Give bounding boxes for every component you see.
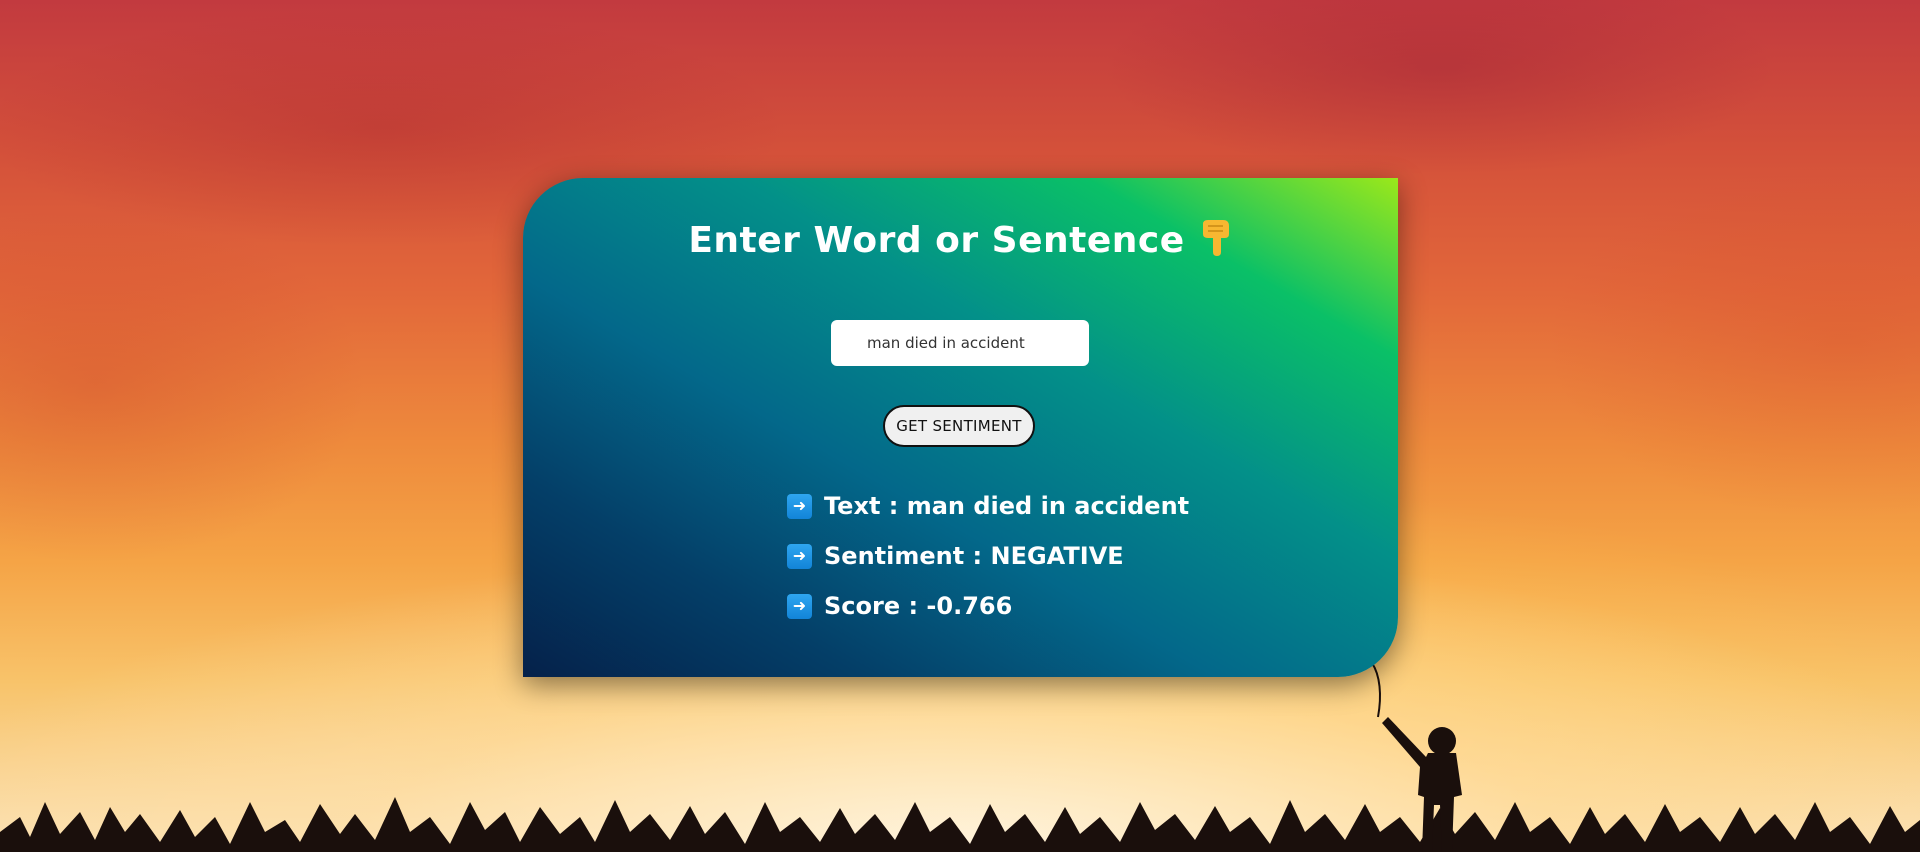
result-row-score: ➜ Score : -0.766 bbox=[787, 592, 1189, 620]
sentence-input[interactable] bbox=[831, 320, 1089, 366]
child-silhouette bbox=[1371, 662, 1462, 852]
result-text: Text : man died in accident bbox=[824, 492, 1190, 520]
results-list: ➜ Text : man died in accident ➜ Sentimen… bbox=[787, 492, 1189, 642]
result-row-sentiment: ➜ Sentiment : NEGATIVE bbox=[787, 542, 1189, 570]
result-sentiment: Sentiment : NEGATIVE bbox=[824, 542, 1124, 570]
result-row-text: ➜ Text : man died in accident bbox=[787, 492, 1189, 520]
title-text: Enter Word or Sentence bbox=[688, 220, 1185, 261]
get-sentiment-button[interactable]: GET SENTIMENT bbox=[883, 405, 1035, 447]
pointing-down-hand-icon bbox=[1199, 220, 1233, 261]
sentiment-card: Enter Word or Sentence GET SENTIMENT ➜ T… bbox=[523, 178, 1398, 677]
right-arrow-icon: ➜ bbox=[787, 543, 812, 569]
right-arrow-icon: ➜ bbox=[787, 493, 812, 519]
grass-silhouette bbox=[0, 797, 1920, 852]
page-title: Enter Word or Sentence bbox=[523, 220, 1398, 261]
result-score: Score : -0.766 bbox=[824, 592, 1013, 620]
right-arrow-icon: ➜ bbox=[787, 593, 812, 619]
